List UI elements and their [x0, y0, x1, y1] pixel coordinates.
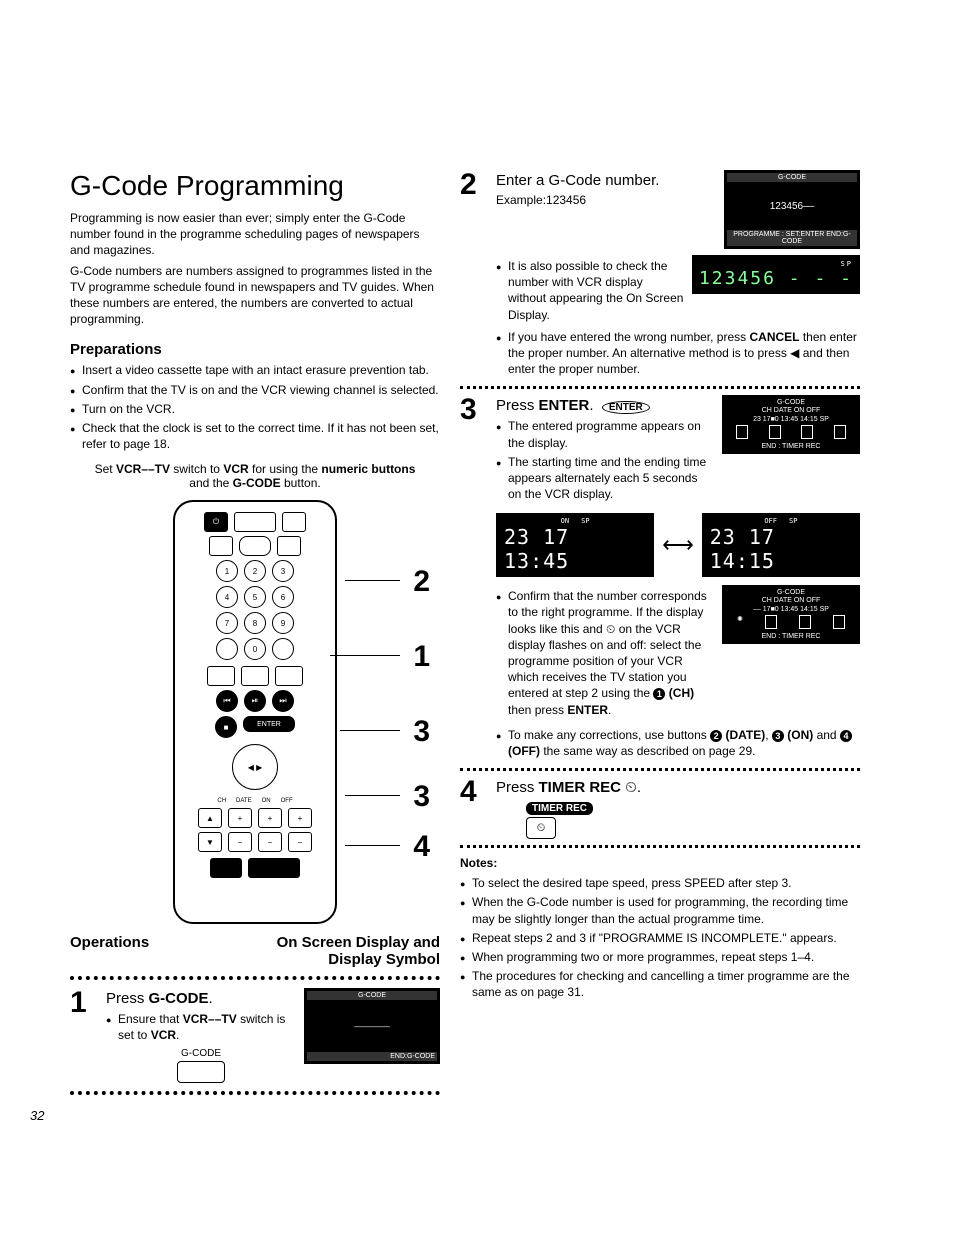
timer-rec-chip: TIMER REC	[526, 802, 593, 815]
note-item: When the G-Code number is used for progr…	[460, 894, 860, 926]
intro-2: G-Code numbers are numbers assigned to p…	[70, 263, 440, 328]
gcode-button-label: G-CODE	[106, 1048, 296, 1059]
num-btn: 1	[216, 560, 238, 582]
num-btn: 7	[216, 612, 238, 634]
step-4: 4 Press TIMER REC ⏲. TIMER REC ⏲	[460, 777, 860, 839]
num-btn: 5	[244, 586, 266, 608]
note-item: When programming two or more programmes,…	[460, 949, 860, 965]
small-display-step3b: G-CODE CH DATE ON OFF –– 17■0 13:45 14:1…	[722, 585, 860, 644]
small-display-step3a: G-CODE CH DATE ON OFF 23 17■0 13:45 14:1…	[722, 395, 860, 454]
step-number: 2	[460, 170, 488, 200]
separator	[460, 845, 860, 848]
step-1: 1 Press G-CODE. Ensure that VCR––TV swit…	[70, 988, 440, 1082]
separator	[70, 976, 440, 980]
segment-display-toggle: ONSP 23 17 13:45 ⟷ OFFSP 23 17 14:15	[496, 513, 860, 577]
callout-2: 2	[413, 565, 430, 599]
osd-heading: On Screen Display and Display Symbol	[270, 934, 440, 968]
step-number: 4	[460, 777, 488, 807]
callout-3a: 3	[413, 715, 430, 749]
osd-step1: G-CODE –––––––– END:G-CODE	[304, 988, 440, 1064]
operations-heading: Operations	[70, 934, 149, 951]
num-btn: 6	[272, 586, 294, 608]
notes-section: Notes: To select the desired tape speed,…	[460, 854, 860, 1000]
num-btn: 2	[244, 560, 266, 582]
intro-1: Programming is now easier than ever; sim…	[70, 210, 440, 259]
callout-1: 1	[413, 640, 430, 674]
num-btn: 4	[216, 586, 238, 608]
page-number: 32	[30, 1108, 44, 1123]
preparations-list: Insert a video cassette tape with an int…	[70, 362, 440, 452]
switch-note: Set VCR––TV switch to VCR for using the …	[90, 462, 420, 490]
num-btn: 8	[244, 612, 266, 634]
step-number: 1	[70, 988, 98, 1018]
separator	[460, 386, 860, 389]
num-btn: 0	[244, 638, 266, 660]
page-title: G-Code Programming	[70, 170, 440, 202]
enter-button-icon: ENTER	[602, 401, 650, 414]
note-item: Repeat steps 2 and 3 if "PROGRAMME IS IN…	[460, 930, 860, 946]
note-item: The procedures for checking and cancelli…	[460, 968, 860, 1000]
toggle-arrow-icon: ⟷	[662, 532, 694, 558]
notes-heading: Notes:	[460, 856, 497, 870]
callout-4: 4	[413, 830, 430, 864]
clock-button-icon: ⏲	[526, 817, 556, 839]
num-btn: 3	[272, 560, 294, 582]
osd-step2: G-CODE 123456–– PROGRAMME : SET:ENTER EN…	[724, 170, 860, 249]
preparations-heading: Preparations	[70, 341, 440, 358]
note-item: To select the desired tape speed, press …	[460, 875, 860, 891]
flashing-clock-icon: ✺	[737, 615, 743, 629]
separator	[460, 768, 860, 771]
prep-item: Check that the clock is set to the corre…	[70, 420, 440, 452]
prep-item: Confirm that the TV is on and the VCR vi…	[70, 382, 440, 398]
jog-dial-icon: ◀ ▶	[232, 744, 278, 790]
gcode-button-icon	[177, 1061, 225, 1083]
step-number: 3	[460, 395, 488, 425]
prep-item: Turn on the VCR.	[70, 401, 440, 417]
step-2: 2 Enter a G-Code number. Example:123456 …	[460, 170, 860, 380]
remote-power-icon: ⏻	[204, 512, 228, 532]
remote-illustration: ⏻ 123 456 789 0 ⏮⏯⏭ ■ENTER ◀ ▶ CH	[70, 500, 440, 924]
prep-item: Insert a video cassette tape with an int…	[70, 362, 440, 378]
vcr-display-step2: SP 123456 - - -	[692, 255, 860, 294]
enter-button: ENTER	[243, 716, 295, 732]
callout-3b: 3	[413, 780, 430, 814]
step-3: 3 Press ENTER. ENTER The entered program…	[460, 395, 860, 762]
separator	[70, 1091, 440, 1095]
num-btn: 9	[272, 612, 294, 634]
